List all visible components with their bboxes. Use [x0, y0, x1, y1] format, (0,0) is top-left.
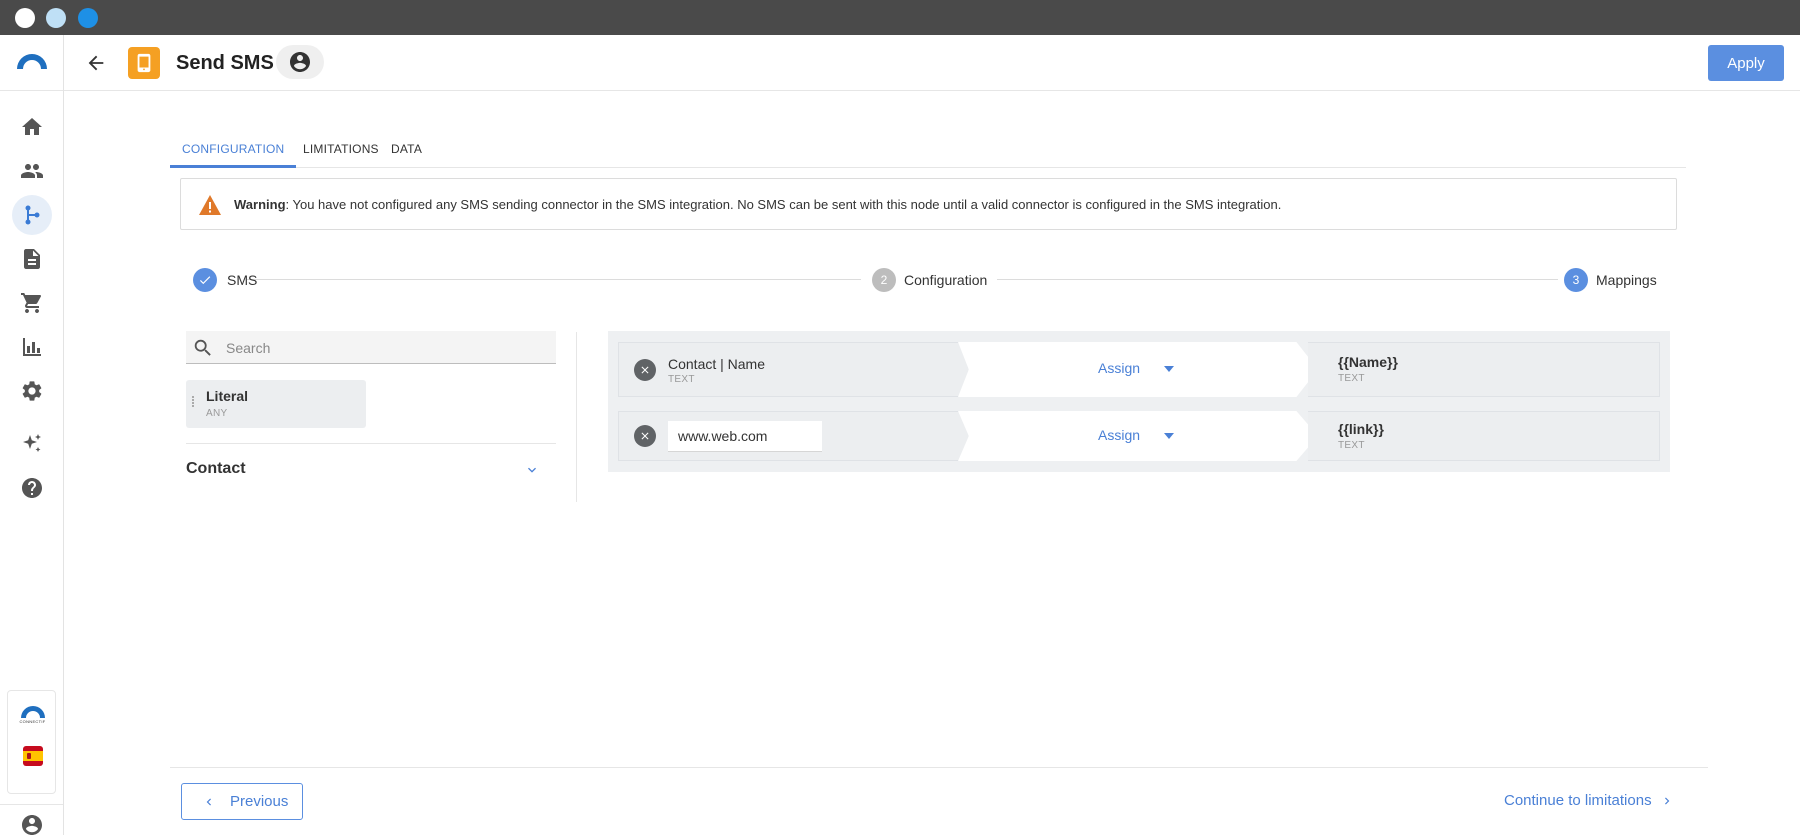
- stepper: SMS 2 Configuration 3 Mappings: [193, 265, 1657, 295]
- mapping-target-type: TEXT: [1338, 373, 1365, 384]
- sidebar-item-profile[interactable]: [12, 805, 52, 835]
- sidebar-item-contacts[interactable]: [12, 151, 52, 191]
- remove-mapping-button[interactable]: [634, 359, 656, 381]
- field-search: [186, 331, 556, 364]
- window-maximize-button[interactable]: [78, 8, 98, 28]
- sidebar-item-settings[interactable]: [12, 371, 52, 411]
- tab-bar: CONFIGURATION LIMITATIONS DATA: [170, 130, 1686, 168]
- tab-data[interactable]: DATA: [379, 130, 434, 168]
- settings-icon: [22, 381, 42, 401]
- continue-label: Continue to limitations: [1504, 792, 1652, 809]
- continue-link[interactable]: Continue to limitations: [1504, 792, 1670, 809]
- sidebar-item-ai[interactable]: [12, 424, 52, 464]
- chart-icon: [23, 338, 41, 356]
- journey-icon: [25, 205, 40, 225]
- sidebar-item-reports[interactable]: [12, 327, 52, 367]
- previous-button[interactable]: Previous: [181, 783, 303, 820]
- sidebar-item-content[interactable]: [12, 239, 52, 279]
- panel-divider: [576, 332, 577, 502]
- close-icon: [641, 432, 649, 440]
- page-header: Send SMS Apply: [64, 35, 1800, 91]
- warning-banner: Warning: You have not configured any SMS…: [180, 178, 1677, 230]
- mapping-row: Contact | Name TEXT Assign {{Name}} TEXT: [618, 342, 1660, 397]
- search-input[interactable]: [226, 336, 546, 360]
- people-icon: [21, 164, 43, 178]
- window-titlebar: [0, 0, 1800, 35]
- sidebar-item-help[interactable]: [12, 468, 52, 508]
- owner-button[interactable]: [276, 45, 324, 79]
- mapping-target-field: {{Name}}: [1338, 354, 1398, 370]
- stepper-line: [997, 279, 1558, 280]
- chevron-left-icon: [206, 798, 211, 806]
- window-minimize-button[interactable]: [46, 8, 66, 28]
- sidebar-item-store[interactable]: [12, 283, 52, 323]
- sidebar: CONNECTIF: [0, 35, 64, 835]
- account-switcher: CONNECTIF: [7, 690, 56, 794]
- sidebar-item-workflows[interactable]: [12, 195, 52, 235]
- back-button[interactable]: [82, 49, 110, 77]
- step-configuration-number[interactable]: 2: [872, 268, 896, 292]
- help-icon: [22, 478, 42, 498]
- literal-value-input[interactable]: [668, 421, 822, 452]
- sidebar-divider: [0, 90, 63, 91]
- warning-icon: [199, 195, 221, 215]
- remove-mapping-button[interactable]: [634, 425, 656, 447]
- home-icon: [22, 118, 42, 135]
- stepper-line: [247, 279, 861, 280]
- mapping-target-field: {{link}}: [1338, 421, 1384, 437]
- mappings-area: Contact | Name TEXT Assign {{Name}} TEXT…: [608, 331, 1670, 472]
- tab-limitations[interactable]: LIMITATIONS: [291, 130, 391, 168]
- literal-field-card[interactable]: Literal ANY: [186, 380, 366, 428]
- arrow-back-icon: [88, 55, 104, 71]
- step-sms-check-icon[interactable]: [193, 268, 217, 292]
- apply-button[interactable]: Apply: [1708, 45, 1784, 81]
- mapping-source-field: Contact | Name: [668, 356, 766, 372]
- close-icon: [641, 366, 649, 374]
- account-circle-icon: [290, 52, 310, 72]
- page-title: Send SMS: [176, 52, 274, 74]
- window-close-button[interactable]: [15, 8, 35, 28]
- chevron-down-icon[interactable]: [524, 462, 540, 478]
- step-mappings-number[interactable]: 3: [1564, 268, 1588, 292]
- caret-down-icon[interactable]: [1164, 366, 1174, 372]
- caret-down-icon[interactable]: [1164, 433, 1174, 439]
- mapping-source-type: TEXT: [668, 374, 695, 385]
- literal-title: Literal: [206, 388, 249, 404]
- previous-label: Previous: [230, 793, 289, 810]
- language-flag-es-icon[interactable]: [23, 746, 43, 766]
- assign-action-select[interactable]: Assign: [1098, 360, 1140, 376]
- sparkle-icon: [23, 434, 41, 452]
- left-panel-divider: [186, 443, 556, 444]
- document-icon: [24, 249, 40, 269]
- cart-icon: [21, 293, 42, 313]
- warning-message: Warning: You have not configured any SMS…: [234, 196, 1281, 214]
- sidebar-item-home[interactable]: [12, 107, 52, 147]
- sms-node-icon: [128, 47, 160, 79]
- footer-divider: [170, 767, 1708, 768]
- literal-type: ANY: [206, 408, 228, 419]
- drag-handle-icon[interactable]: [192, 395, 198, 413]
- assign-action-select[interactable]: Assign: [1098, 427, 1140, 443]
- warning-label: Warning: [234, 197, 286, 212]
- tab-configuration[interactable]: CONFIGURATION: [170, 130, 297, 168]
- contact-section-header[interactable]: Contact: [186, 460, 246, 478]
- search-icon: [194, 339, 211, 356]
- account-brand-text: CONNECTIF: [19, 719, 46, 724]
- step-sms-label[interactable]: SMS: [227, 271, 257, 289]
- mapping-target-type: TEXT: [1338, 440, 1365, 451]
- warning-text: : You have not configured any SMS sendin…: [285, 197, 1282, 212]
- step-mappings-label[interactable]: Mappings: [1596, 271, 1657, 289]
- brand-logo-icon[interactable]: [14, 51, 50, 71]
- account-circle-icon: [22, 815, 42, 835]
- step-configuration-label[interactable]: Configuration: [904, 271, 987, 289]
- chevron-right-icon: [1665, 797, 1670, 805]
- mapping-row: Assign {{link}} TEXT: [618, 411, 1660, 466]
